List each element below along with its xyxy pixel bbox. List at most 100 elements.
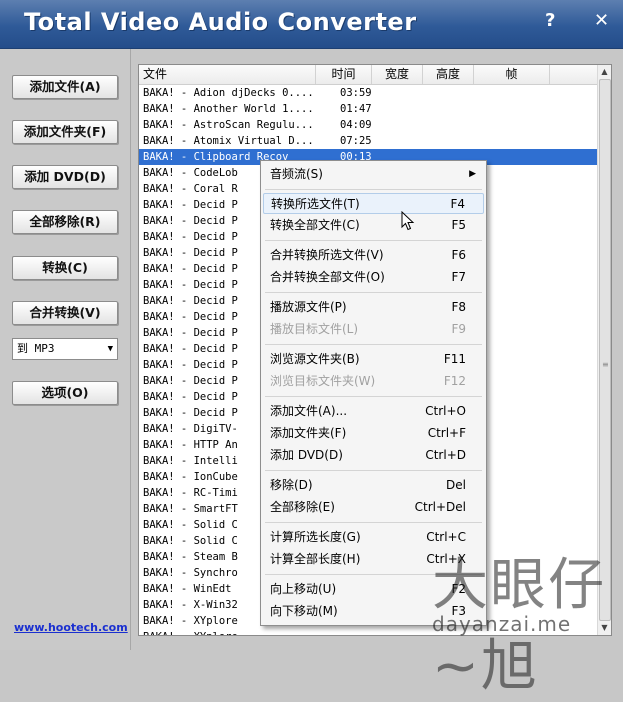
file-name: BAKA! - Decid P: [143, 311, 238, 323]
menu-item-merge-all[interactable]: 合并转换全部文件(O) F7: [263, 267, 484, 288]
menu-label: 转换全部文件(C): [270, 218, 360, 232]
scroll-thumb[interactable]: ≡: [599, 79, 611, 621]
menu-item-remove[interactable]: 移除(D) Del: [263, 475, 484, 496]
menu-shortcut: F2: [451, 582, 466, 596]
menu-label: 音频流(S): [270, 167, 323, 181]
menu-item-move-up[interactable]: 向上移动(U) F2: [263, 579, 484, 600]
menu-item-add-file[interactable]: 添加文件(A)... Ctrl+O: [263, 401, 484, 422]
submenu-arrow-icon: ▶: [469, 169, 476, 179]
column-height[interactable]: 高度: [423, 65, 474, 84]
add-folder-button[interactable]: 添加文件夹(F): [12, 120, 118, 144]
file-name: BAKA! - Decid P: [143, 327, 238, 339]
list-item[interactable]: BAKA! - XYplore: [139, 629, 597, 635]
remove-all-button[interactable]: 全部移除(R): [12, 210, 118, 234]
file-time: 04:09: [340, 119, 372, 131]
menu-shortcut: F5: [451, 218, 466, 232]
menu-shortcut: Ctrl+F: [427, 426, 466, 440]
file-name: BAKA! - X-Win32: [143, 599, 238, 611]
vertical-scrollbar[interactable]: ▲ ≡ ▼: [597, 65, 611, 635]
add-dvd-button[interactable]: 添加 DVD(D): [12, 165, 118, 189]
menu-item-move-down[interactable]: 向下移动(M) F3: [263, 601, 484, 622]
options-button[interactable]: 选项(O): [12, 381, 118, 405]
menu-label: 浏览目标文件夹(W): [270, 374, 376, 388]
file-name: BAKA! - Decid P: [143, 375, 238, 387]
close-button[interactable]: ✕: [594, 10, 609, 31]
list-item[interactable]: BAKA! - AstroScan Regulu... 04:09: [139, 117, 597, 133]
list-item[interactable]: BAKA! - Another World 1.... 01:47: [139, 101, 597, 117]
file-time: 03:59: [340, 87, 372, 99]
file-name: BAKA! - Solid C: [143, 535, 238, 547]
file-name: BAKA! - Decid P: [143, 295, 238, 307]
column-time[interactable]: 时间: [316, 65, 372, 84]
column-header: 文件 时间 宽度 高度 帧: [139, 65, 597, 85]
file-name: BAKA! - DigiTV-: [143, 423, 238, 435]
list-item[interactable]: BAKA! - Atomix Virtual D... 07:25: [139, 133, 597, 149]
file-name: BAKA! - Decid P: [143, 263, 238, 275]
format-value: 到 MP3: [17, 342, 55, 355]
menu-label: 合并转换全部文件(O): [270, 270, 385, 284]
menu-item-browse-source[interactable]: 浏览源文件夹(B) F11: [263, 349, 484, 370]
menu-label: 添加 DVD(D): [270, 448, 343, 462]
scroll-up-icon[interactable]: ▲: [598, 65, 611, 79]
menu-label: 浏览源文件夹(B): [270, 352, 360, 366]
file-name: BAKA! - Decid P: [143, 247, 238, 259]
menu-label: 全部移除(E): [270, 500, 335, 514]
menu-shortcut: F4: [450, 197, 465, 211]
menu-shortcut: F12: [443, 374, 466, 388]
app-title: Total Video Audio Converter: [24, 8, 417, 36]
file-name: BAKA! - Decid P: [143, 231, 238, 243]
file-name: BAKA! - HTTP An: [143, 439, 238, 451]
column-width[interactable]: 宽度: [372, 65, 423, 84]
menu-separator: [265, 396, 482, 397]
help-button[interactable]: ?: [545, 10, 555, 31]
menu-shortcut: F9: [451, 322, 466, 336]
file-name: BAKA! - CodeLob: [143, 167, 238, 179]
scroll-down-icon[interactable]: ▼: [598, 621, 611, 635]
menu-label: 播放源文件(P): [270, 300, 347, 314]
menu-label: 向上移动(U): [270, 582, 337, 596]
menu-item-merge-selected[interactable]: 合并转换所选文件(V) F6: [263, 245, 484, 266]
menu-separator: [265, 240, 482, 241]
add-file-button[interactable]: 添加文件(A): [12, 75, 118, 99]
file-name: BAKA! - XYplore: [143, 629, 238, 635]
file-name: BAKA! - Coral R: [143, 183, 238, 195]
menu-item-browse-target[interactable]: 浏览目标文件夹(W) F12: [263, 371, 484, 392]
menu-item-convert-selected[interactable]: 转换所选文件(T) F4: [263, 193, 484, 214]
file-name: BAKA! - RC-Timi: [143, 487, 238, 499]
menu-item-add-dvd[interactable]: 添加 DVD(D) Ctrl+D: [263, 445, 484, 466]
column-file[interactable]: 文件: [139, 65, 316, 84]
left-panel: 添加文件(A) 添加文件夹(F) 添加 DVD(D) 全部移除(R) 转换(C)…: [0, 49, 131, 650]
file-name: BAKA! - Decid P: [143, 359, 238, 371]
list-item[interactable]: BAKA! - Adion djDecks 0.... 03:59: [139, 85, 597, 101]
context-menu: 音频流(S) ▶ 转换所选文件(T) F4 转换全部文件(C) F5 合并转换所…: [260, 160, 487, 626]
file-name: BAKA! - Synchro: [143, 567, 238, 579]
file-name: BAKA! - Atomix Virtual D...: [143, 135, 314, 147]
menu-item-play-source[interactable]: 播放源文件(P) F8: [263, 297, 484, 318]
chevron-down-icon[interactable]: ▼: [108, 339, 113, 359]
menu-shortcut: Ctrl+Del: [414, 500, 466, 514]
menu-item-remove-all[interactable]: 全部移除(E) Ctrl+Del: [263, 497, 484, 518]
menu-separator: [265, 522, 482, 523]
file-name: BAKA! - WinEdt: [143, 583, 232, 595]
website-link[interactable]: www.hootech.com: [14, 621, 128, 634]
column-fps[interactable]: 帧: [474, 65, 550, 84]
menu-shortcut: F7: [451, 270, 466, 284]
menu-item-add-folder[interactable]: 添加文件夹(F) Ctrl+F: [263, 423, 484, 444]
menu-item-audio-stream[interactable]: 音频流(S) ▶: [263, 164, 484, 185]
menu-separator: [265, 574, 482, 575]
menu-item-convert-all[interactable]: 转换全部文件(C) F5: [263, 215, 484, 236]
convert-button[interactable]: 转换(C): [12, 256, 118, 280]
menu-shortcut: F8: [451, 300, 466, 314]
menu-separator: [265, 470, 482, 471]
file-time: 01:47: [340, 103, 372, 115]
menu-shortcut: Ctrl+C: [426, 530, 466, 544]
menu-item-calc-selected[interactable]: 计算所选长度(G) Ctrl+C: [263, 527, 484, 548]
format-select[interactable]: 到 MP3 ▼: [12, 338, 118, 360]
menu-item-play-target[interactable]: 播放目标文件(L) F9: [263, 319, 484, 340]
file-name: BAKA! - Another World 1....: [143, 103, 314, 115]
menu-item-calc-all[interactable]: 计算全部长度(H) Ctrl+X: [263, 549, 484, 570]
menu-label: 转换所选文件(T): [271, 197, 360, 211]
merge-convert-button[interactable]: 合并转换(V): [12, 301, 118, 325]
file-name: BAKA! - Decid P: [143, 199, 238, 211]
menu-label: 计算所选长度(G): [270, 530, 361, 544]
